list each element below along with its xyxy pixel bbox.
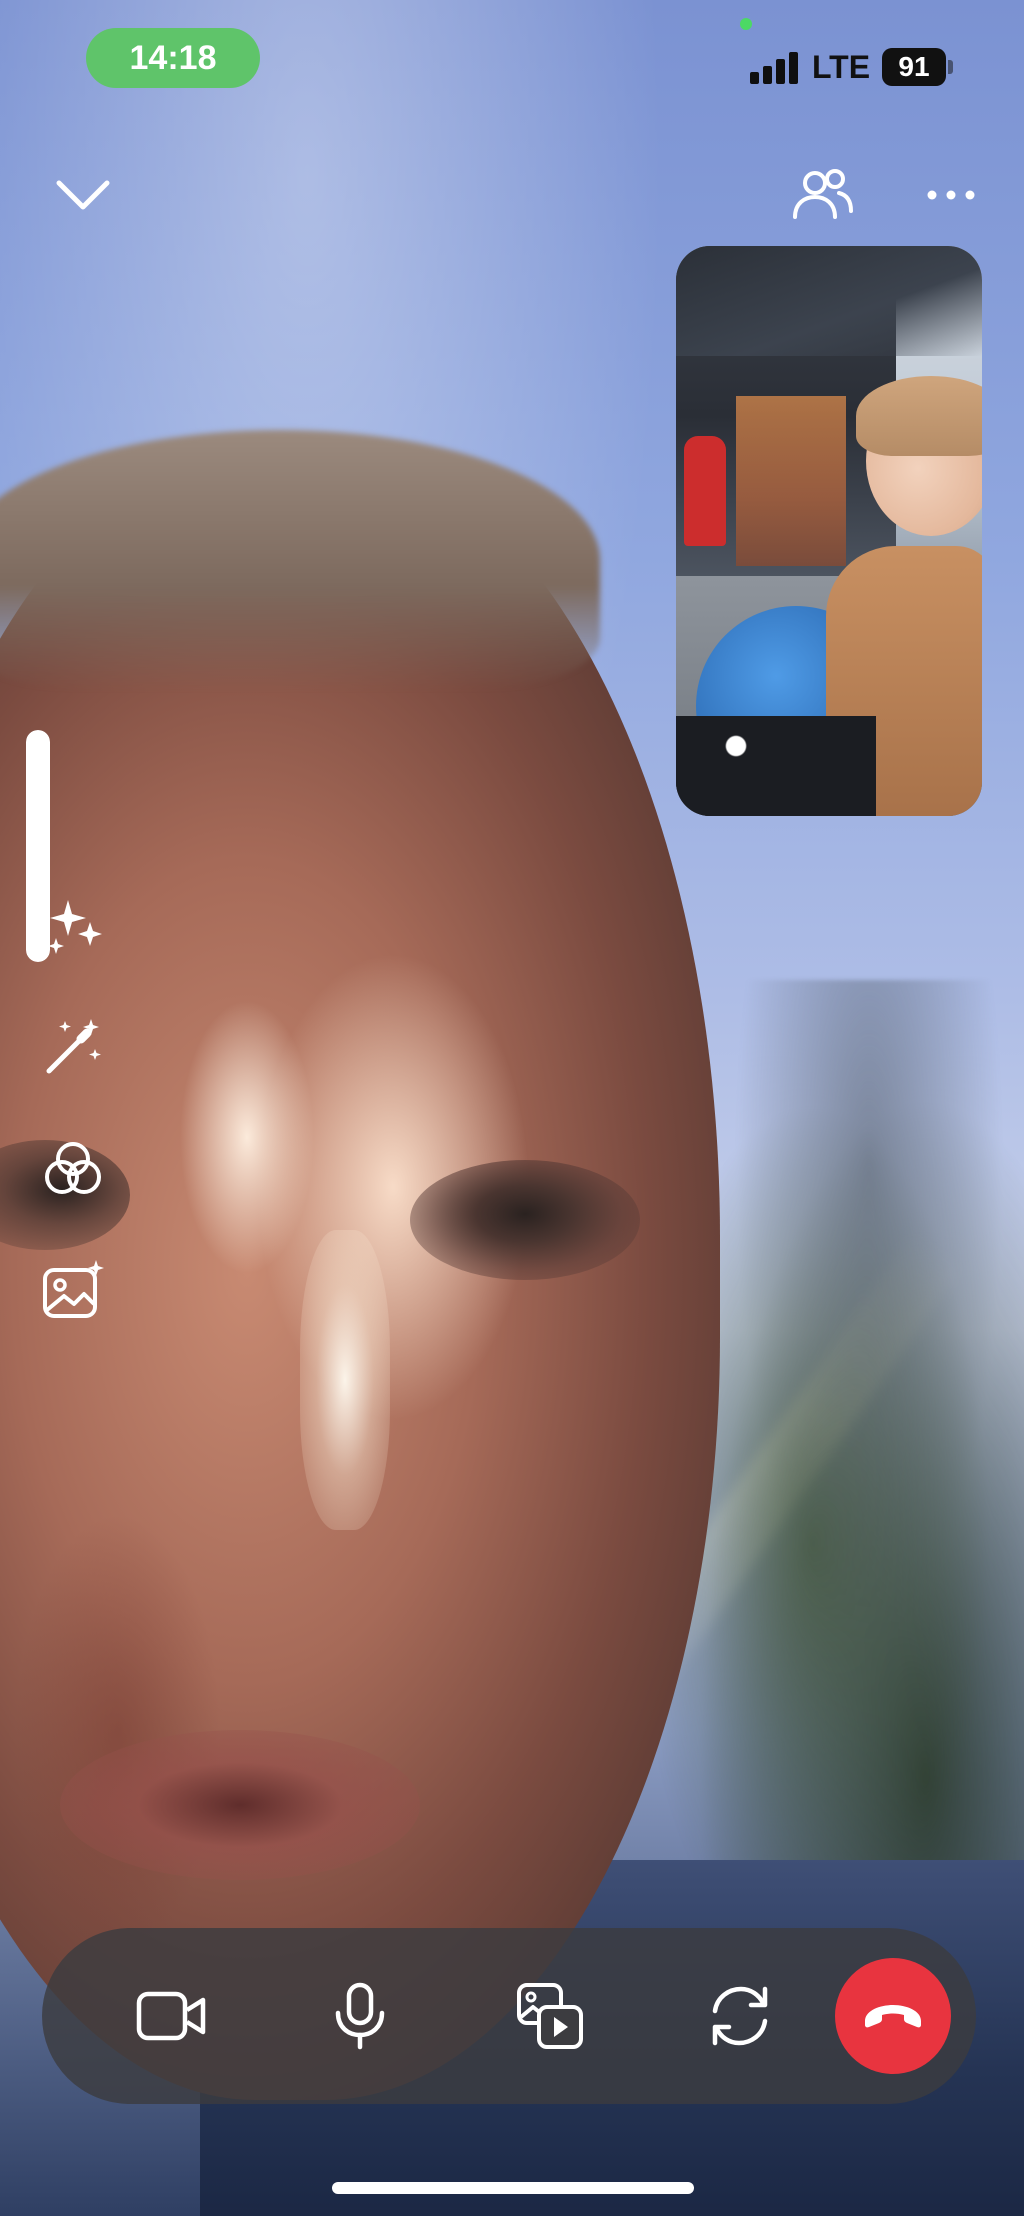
magic-wand-icon [46, 1019, 101, 1074]
background-effects-button[interactable] [38, 1256, 108, 1326]
remote-person-eye [410, 1160, 640, 1280]
status-time[interactable]: 14:18 [86, 28, 260, 88]
preview-roof [676, 246, 982, 356]
share-media-icon [517, 1983, 583, 2049]
color-filters-button[interactable] [38, 1134, 108, 1204]
remote-person-nose [300, 1230, 390, 1530]
people-icon [793, 169, 853, 219]
status-bar: 14:18 LTE 91 [0, 0, 1024, 120]
flip-camera-icon [712, 1986, 768, 2046]
beauty-effect-button[interactable] [40, 890, 110, 960]
self-view-preview[interactable] [676, 246, 982, 816]
end-call-button[interactable] [835, 1958, 951, 2074]
minimize-call-button[interactable] [48, 160, 118, 230]
preview-bystander [684, 436, 726, 546]
video-camera-icon [136, 1991, 206, 2041]
battery-tip [948, 60, 953, 74]
background-image-icon [43, 1260, 104, 1318]
more-options-button[interactable] [916, 160, 986, 230]
preview-window [736, 396, 846, 566]
remote-person-hair [0, 430, 600, 690]
microphone-icon [335, 1982, 385, 2050]
chevron-down-icon [56, 180, 110, 210]
cellular-signal-icon [750, 50, 800, 84]
magic-effects-button[interactable] [38, 1012, 108, 1082]
participants-button[interactable] [788, 160, 858, 230]
share-media-button[interactable] [494, 1960, 606, 2072]
preview-child-hair [856, 376, 982, 456]
more-horizontal-icon [927, 190, 975, 200]
toggle-microphone-button[interactable] [304, 1960, 416, 2072]
camera-in-use-indicator [740, 18, 752, 30]
end-call-icon [865, 2005, 921, 2028]
remote-person-mouth [60, 1730, 420, 1880]
network-type: LTE [812, 49, 871, 85]
preview-child-pants [676, 716, 876, 816]
home-indicator[interactable] [332, 2182, 694, 2194]
sparkles-icon [48, 900, 102, 954]
battery-level: 91 [882, 48, 946, 86]
color-filters-icon [45, 1142, 101, 1194]
flip-camera-button[interactable] [684, 1960, 796, 2072]
call-control-bar [42, 1928, 976, 2104]
toggle-camera-button[interactable] [116, 1960, 228, 2072]
